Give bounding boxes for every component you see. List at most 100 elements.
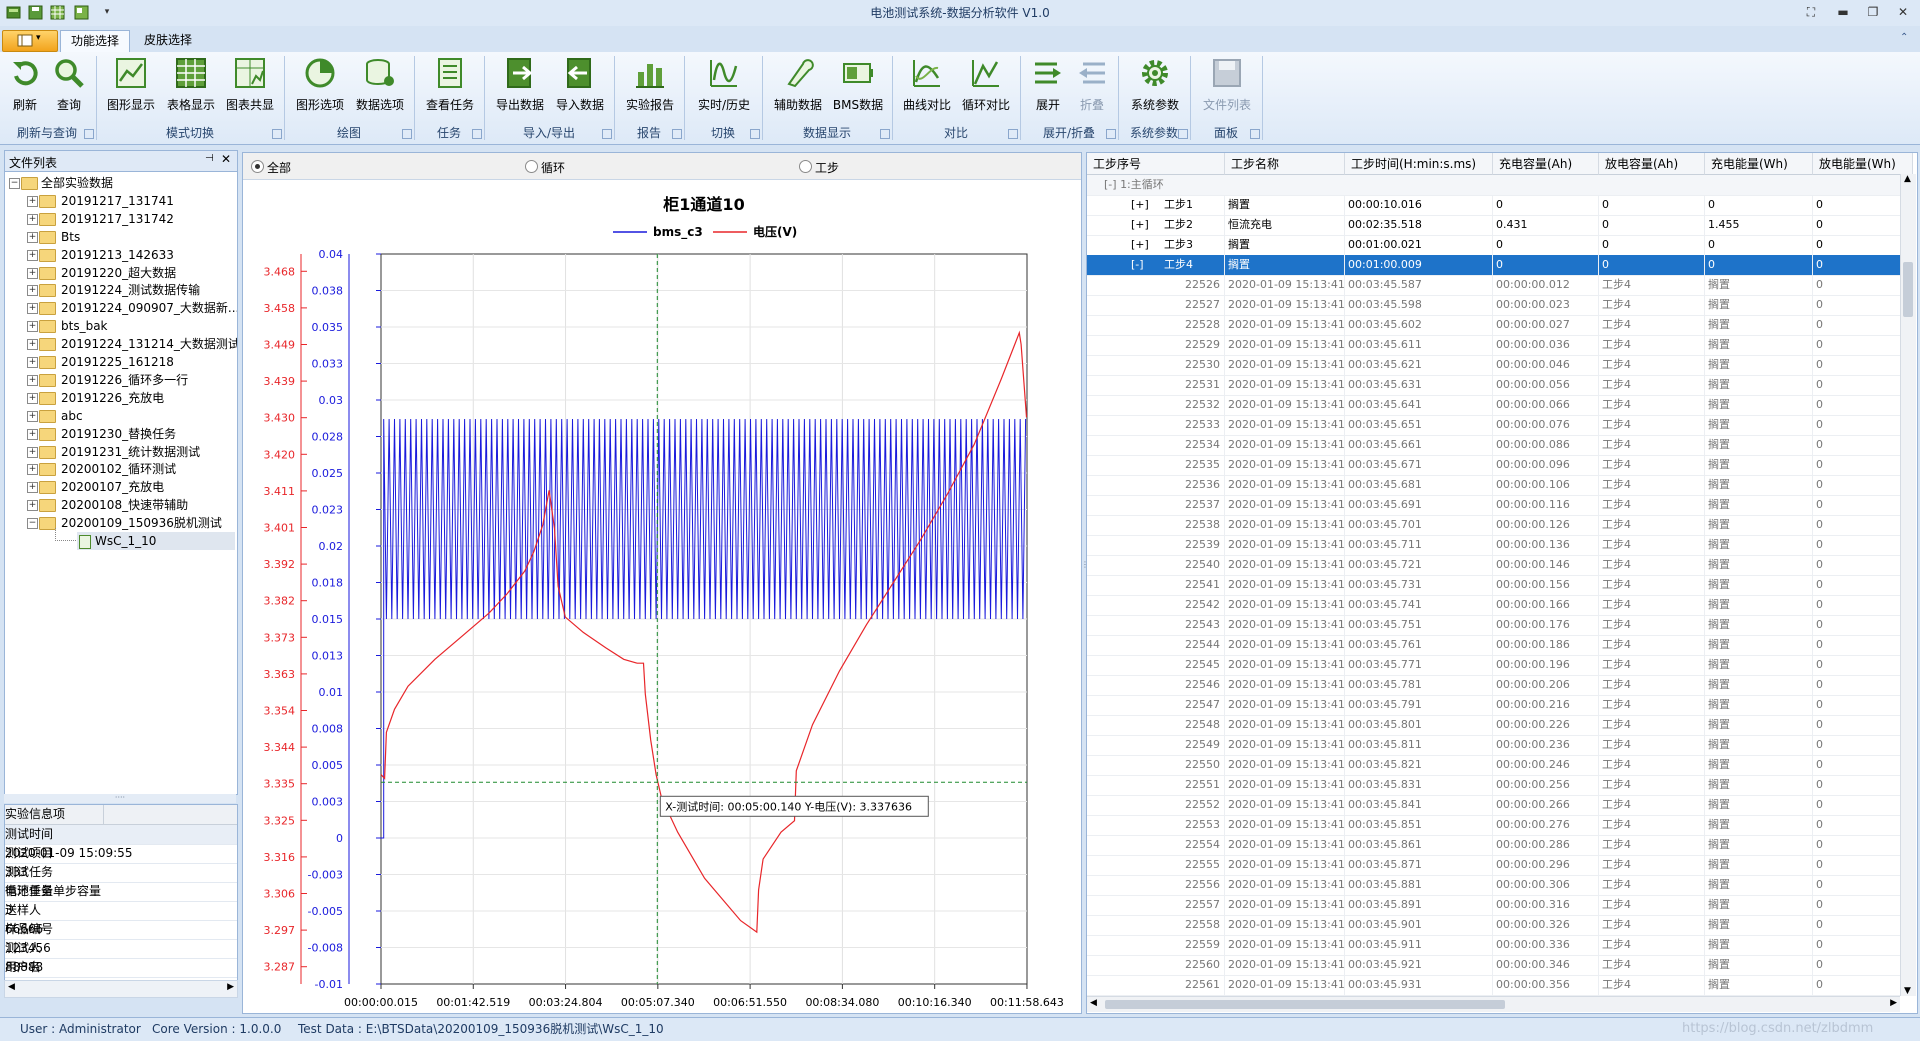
- detail-row[interactable]: 22560 2020-01-09 15:13:41 00:03:45.921 00:0…: [1087, 955, 1913, 976]
- graph-display-button[interactable]: 图形显示: [104, 56, 158, 114]
- tree-item[interactable]: +20191224_090907_大数据新...: [5, 299, 237, 317]
- tree-item[interactable]: + Bts: [5, 228, 235, 246]
- group-launcher-icon[interactable]: [402, 129, 412, 139]
- grid-group-row[interactable]: [-] 1:主循环: [1087, 175, 1901, 196]
- tree-item[interactable]: + abc: [5, 407, 235, 425]
- radio-cycle[interactable]: [525, 160, 538, 173]
- info-horizontal-scrollbar[interactable]: ◀ ▶: [4, 980, 238, 998]
- expand-toggle-icon[interactable]: +: [27, 267, 38, 279]
- group-launcher-icon[interactable]: [1008, 129, 1018, 139]
- graph-options-button[interactable]: 图形选项: [292, 56, 348, 114]
- detail-row[interactable]: 22556 2020-01-09 15:13:41 00:03:45.881 00:0…: [1087, 875, 1913, 896]
- detail-row[interactable]: 22554 2020-01-09 15:13:41 00:03:45.861 00:0…: [1087, 835, 1913, 856]
- detail-row[interactable]: 22553 2020-01-09 15:13:41 00:03:45.851 00:0…: [1087, 815, 1913, 836]
- detail-row[interactable]: 22558 2020-01-09 15:13:41 00:03:45.901 00:0…: [1087, 915, 1913, 936]
- expand-toggle-icon[interactable]: +: [27, 249, 38, 261]
- grid-column-header[interactable]: 工步时间(H:min:s.ms): [1345, 153, 1493, 175]
- expand-toggle-icon[interactable]: +: [27, 321, 38, 333]
- view-task-button[interactable]: 查看任务: [422, 56, 478, 114]
- app-menu-button[interactable]: ▾: [2, 30, 58, 52]
- detail-row[interactable]: 22555 2020-01-09 15:13:41 00:03:45.871 00:0…: [1087, 855, 1913, 876]
- scroll-thumb[interactable]: [1105, 1000, 1505, 1009]
- tree-item[interactable]: +20191230_替换任务: [5, 425, 235, 443]
- scroll-left-icon[interactable]: ◀: [1090, 998, 1097, 1008]
- detail-row[interactable]: 22559 2020-01-09 15:13:41 00:03:45.911 00:0…: [1087, 935, 1913, 956]
- group-launcher-icon[interactable]: [672, 129, 682, 139]
- detail-row[interactable]: 22540 2020-01-09 15:13:41 00:03:45.721 00:0…: [1087, 555, 1913, 576]
- radio-step[interactable]: [799, 160, 812, 173]
- tree-item[interactable]: +20200108_快速带辅助: [5, 496, 235, 514]
- expand-toggle-icon[interactable]: +: [27, 482, 38, 494]
- grid-column-header[interactable]: 工步名称: [1225, 153, 1345, 175]
- detail-row[interactable]: 22527 2020-01-09 15:13:41 00:03:45.598 00:0…: [1087, 295, 1913, 316]
- expand-toggle-icon[interactable]: +: [27, 374, 38, 386]
- detail-row[interactable]: 22534 2020-01-09 15:13:41 00:03:45.661 00:0…: [1087, 435, 1913, 456]
- scroll-down-icon[interactable]: ▼: [1904, 986, 1911, 996]
- detail-row[interactable]: 22544 2020-01-09 15:13:41 00:03:45.761 00:0…: [1087, 635, 1913, 656]
- expand-toggle-icon[interactable]: +: [27, 231, 38, 243]
- detail-row[interactable]: 22539 2020-01-09 15:13:41 00:03:45.711 00:0…: [1087, 535, 1913, 556]
- fullscreen-icon[interactable]: ⛶: [1800, 3, 1822, 21]
- collapse-toggle-icon[interactable]: −: [27, 518, 38, 530]
- expand-toggle-icon[interactable]: +: [27, 285, 38, 297]
- scroll-right-icon[interactable]: ▶: [1890, 998, 1897, 1008]
- close-panel-icon[interactable]: ✕: [221, 152, 231, 166]
- detail-row[interactable]: 22532 2020-01-09 15:13:41 00:03:45.641 00:0…: [1087, 395, 1913, 416]
- expand-toggle-icon[interactable]: +: [27, 339, 38, 351]
- expand-toggle-icon[interactable]: +: [27, 392, 38, 404]
- group-launcher-icon[interactable]: [84, 129, 94, 139]
- bms-data-button[interactable]: BMS数据: [830, 56, 886, 114]
- detail-row[interactable]: 22549 2020-01-09 15:13:41 00:03:45.811 00:0…: [1087, 735, 1913, 756]
- grid-column-header[interactable]: 充电能量(Wh): [1705, 153, 1813, 175]
- grid-column-header[interactable]: 放电容量(Ah): [1599, 153, 1705, 175]
- detail-row[interactable]: 22550 2020-01-09 15:13:41 00:03:45.821 00:0…: [1087, 755, 1913, 776]
- detail-row[interactable]: 22541 2020-01-09 15:13:41 00:03:45.731 00:0…: [1087, 575, 1913, 596]
- tree-item-selected[interactable]: WsC_1_10: [77, 532, 235, 550]
- scroll-right-icon[interactable]: ▶: [227, 982, 234, 992]
- group-launcher-icon[interactable]: [1178, 129, 1188, 139]
- info-row[interactable]: 测试项目 333: [5, 844, 237, 879]
- step-row[interactable]: [+] 工步1 搁置 00:00:10.016 0 0 0 0: [1087, 195, 1913, 216]
- detail-row[interactable]: 22536 2020-01-09 15:13:41 00:03:45.681 00:0…: [1087, 475, 1913, 496]
- scroll-left-icon[interactable]: ◀: [8, 982, 15, 992]
- data-options-button[interactable]: 数据选项: [352, 56, 408, 114]
- detail-row[interactable]: 22538 2020-01-09 15:13:41 00:03:45.701 00:0…: [1087, 515, 1913, 536]
- experiment-report-button[interactable]: 实验报告: [622, 56, 678, 114]
- tree-item[interactable]: +20191217_131741: [5, 192, 235, 210]
- grid-column-header[interactable]: 充电容量(Ah): [1493, 153, 1599, 175]
- tab-function-select[interactable]: 功能选择: [60, 30, 131, 52]
- detail-row[interactable]: 22526 2020-01-09 15:13:41 00:03:45.587 00:0…: [1087, 275, 1913, 296]
- detail-row[interactable]: 22557 2020-01-09 15:13:41 00:03:45.891 00:0…: [1087, 895, 1913, 916]
- info-row[interactable]: 样品编号 123456: [5, 920, 237, 955]
- detail-row[interactable]: 22528 2020-01-09 15:13:41 00:03:45.602 00:0…: [1087, 315, 1913, 336]
- vertical-splitter-handle[interactable]: ⋮: [1081, 560, 1089, 590]
- scroll-thumb[interactable]: [1903, 262, 1913, 317]
- detail-row[interactable]: 22542 2020-01-09 15:13:41 00:03:45.741 00:0…: [1087, 595, 1913, 616]
- grid-column-header[interactable]: 放电能量(Wh): [1813, 153, 1913, 175]
- expand-toggle-icon[interactable]: +: [27, 428, 38, 440]
- detail-row[interactable]: 22546 2020-01-09 15:13:41 00:03:45.781 00:0…: [1087, 675, 1913, 696]
- group-launcher-icon[interactable]: [750, 129, 760, 139]
- expand-toggle-icon[interactable]: +: [27, 446, 38, 458]
- detail-row[interactable]: 22530 2020-01-09 15:13:41 00:03:45.621 00:0…: [1087, 355, 1913, 376]
- tree-item[interactable]: +20191225_161218: [5, 353, 235, 371]
- detail-row[interactable]: 22551 2020-01-09 15:13:41 00:03:45.831 00:0…: [1087, 775, 1913, 796]
- detail-row[interactable]: 22545 2020-01-09 15:13:41 00:03:45.771 00:0…: [1087, 655, 1913, 676]
- group-launcher-icon[interactable]: [1250, 129, 1260, 139]
- grid-vertical-scrollbar[interactable]: ▲ ▼: [1900, 174, 1916, 996]
- tree-item[interactable]: + bts_bak: [5, 317, 235, 335]
- expand-toggle-icon[interactable]: +: [27, 195, 38, 207]
- collapse-toggle-icon[interactable]: −: [9, 178, 20, 189]
- tree-item[interactable]: +20191220_超大数据: [5, 264, 235, 282]
- group-launcher-icon[interactable]: [272, 129, 282, 139]
- query-button[interactable]: 查询: [48, 56, 90, 114]
- aux-data-button[interactable]: 辅助数据: [770, 56, 826, 114]
- curve-compare-button[interactable]: 曲线对比: [900, 56, 954, 114]
- ribbon-collapse-icon[interactable]: ⌃: [1900, 32, 1908, 43]
- system-params-button[interactable]: 系统参数: [1126, 56, 1184, 114]
- tree-root[interactable]: − 全部实验数据: [5, 174, 235, 192]
- group-launcher-icon[interactable]: [1106, 129, 1116, 139]
- minimize-button[interactable]: ▬: [1832, 3, 1854, 21]
- detail-row[interactable]: 22543 2020-01-09 15:13:41 00:03:45.751 00:0…: [1087, 615, 1913, 636]
- expand-toggle-icon[interactable]: +: [27, 303, 38, 315]
